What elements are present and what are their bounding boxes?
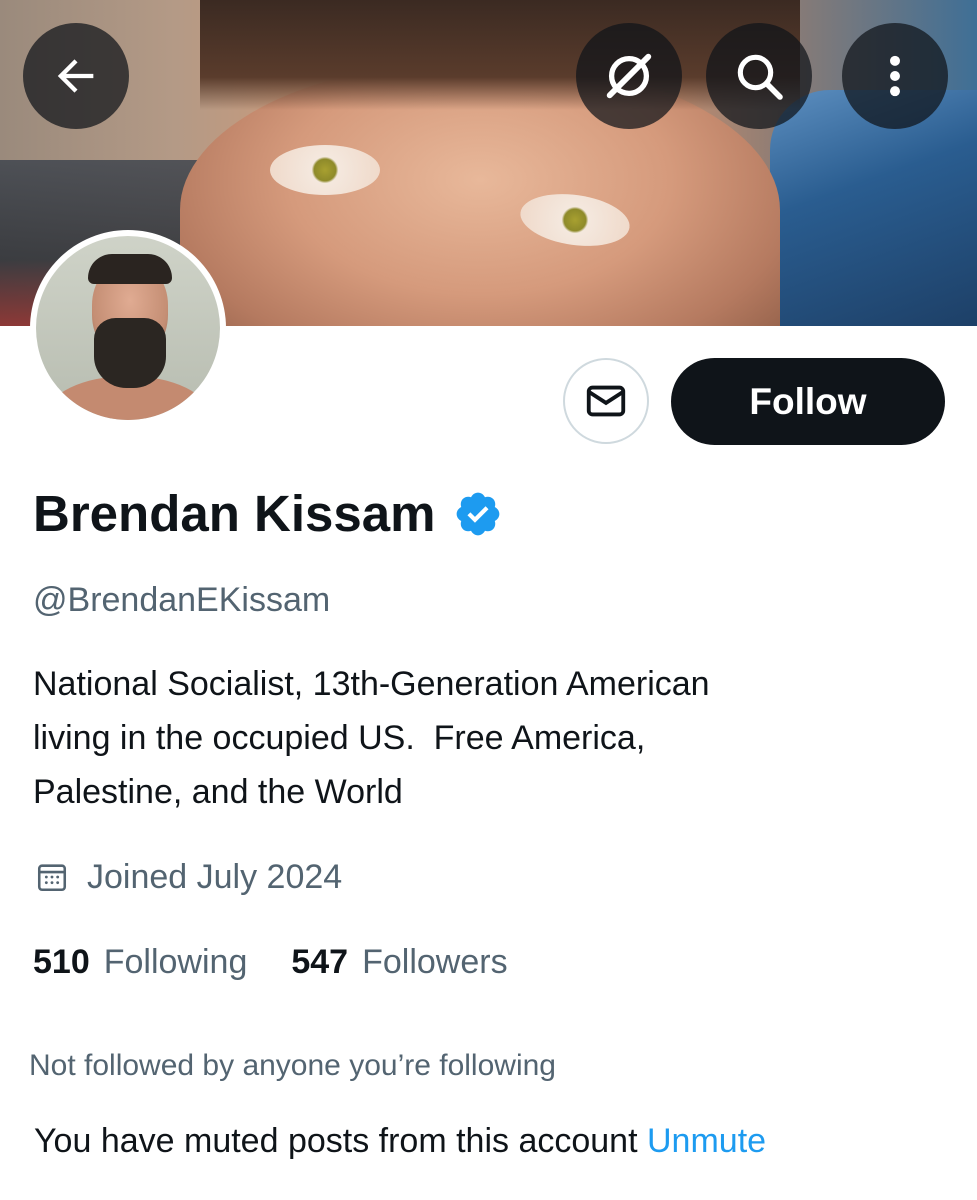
following-label: Following — [103, 943, 248, 981]
bio-line: living in the occupied US. Free America, — [33, 719, 646, 757]
profile-handle: @BrendanEKissam — [33, 581, 331, 619]
joined-date: Joined July 2024 — [35, 854, 342, 900]
search-icon — [737, 54, 783, 100]
banner-eye-left — [270, 145, 380, 195]
followers-count: 547 — [291, 943, 349, 981]
grok-icon — [606, 53, 652, 99]
envelope-icon — [586, 385, 626, 417]
profile-name-row: Brendan Kissam — [33, 478, 503, 550]
back-button[interactable] — [23, 23, 129, 129]
muted-notice: You have muted posts from this account U… — [34, 1118, 766, 1164]
arrow-left-icon — [57, 59, 94, 93]
calendar-icon — [37, 864, 67, 892]
bio-line: National Socialist, 13th-Generation Amer… — [33, 665, 710, 703]
grok-button[interactable] — [576, 23, 682, 129]
message-button[interactable] — [563, 358, 649, 444]
profile-name: Brendan Kissam — [33, 485, 436, 542]
more-options-button[interactable] — [842, 23, 948, 129]
verified-badge-icon[interactable] — [453, 489, 503, 539]
followers-link[interactable]: 547 Followers — [291, 938, 507, 986]
avatar[interactable] — [30, 230, 226, 426]
following-count: 510 — [33, 943, 90, 981]
avatar-photo — [36, 236, 220, 420]
joined-text: Joined July 2024 — [87, 858, 343, 896]
avatar-beard — [94, 318, 166, 388]
followers-label: Followers — [362, 943, 508, 981]
following-link[interactable]: 510 Following — [33, 938, 247, 986]
bio-line: Palestine, and the World — [33, 773, 403, 811]
follow-button[interactable]: Follow — [671, 358, 945, 445]
muted-text: You have muted posts from this account — [34, 1122, 638, 1160]
avatar-hair — [88, 254, 172, 284]
unmute-link[interactable]: Unmute — [647, 1122, 766, 1160]
profile-bio: National Socialist, 13th-Generation Amer… — [33, 657, 953, 819]
banner-background-car — [770, 90, 977, 326]
profile-stats: 510 Following 547 Followers — [33, 938, 552, 986]
not-followed-notice: Not followed by anyone you’re following — [29, 1049, 556, 1082]
search-button[interactable] — [706, 23, 812, 129]
more-vertical-icon — [890, 55, 900, 97]
